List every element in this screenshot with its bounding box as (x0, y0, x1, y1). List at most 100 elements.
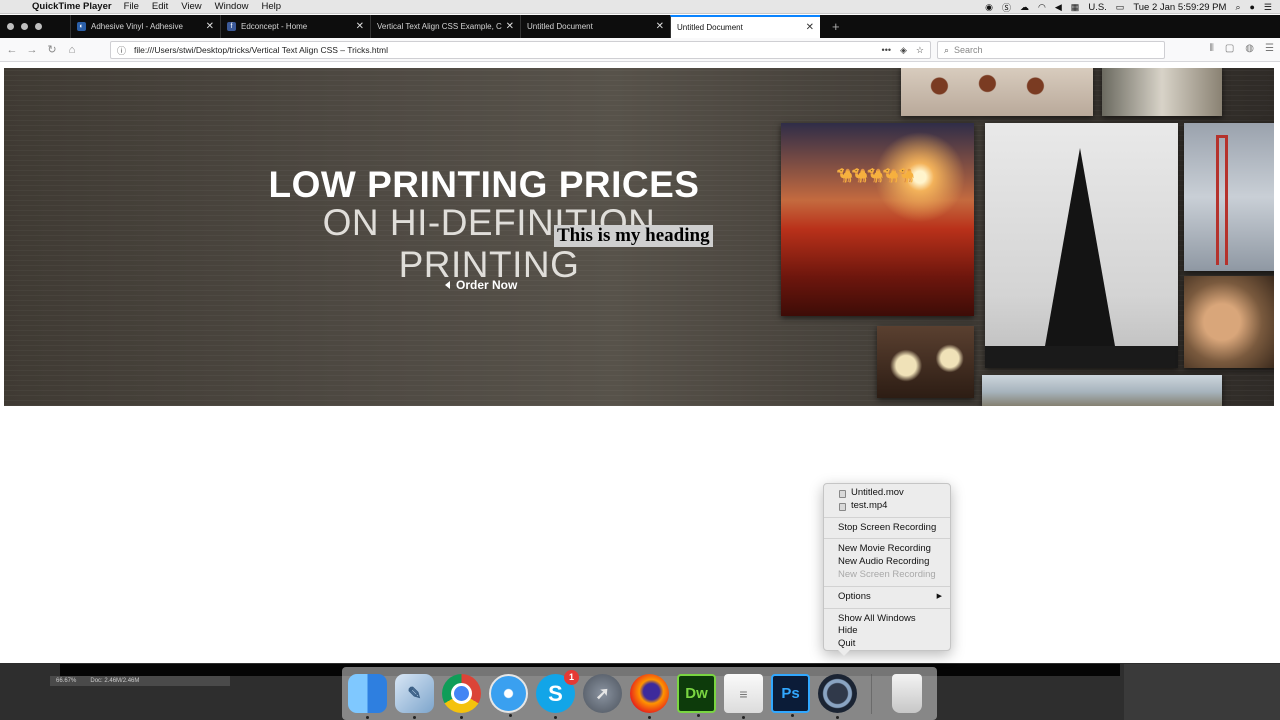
tab-label: Edconcept - Home (241, 22, 308, 31)
reload-icon[interactable]: ↻ (42, 43, 62, 56)
couple-photo (1184, 276, 1274, 368)
dw-label: Dw (685, 685, 708, 702)
close-tab-icon[interactable]: ✕ (206, 21, 214, 32)
launchpad-rocket-icon[interactable]: ➚ (583, 674, 622, 713)
vinyl-favicon-icon: ◐ (77, 22, 86, 31)
forward-arrow-icon[interactable]: → (22, 44, 42, 56)
skype-badge: 1 (564, 670, 579, 685)
pocket-icon[interactable]: ◈ (900, 45, 907, 56)
menu-window[interactable]: Window (215, 1, 249, 12)
spotlight-icon[interactable]: ⌕ (1235, 2, 1240, 13)
menu-separator (824, 516, 950, 518)
eiffel-tower-photo (985, 123, 1178, 368)
order-now-button[interactable]: Order Now (445, 278, 517, 292)
tab-vertical-text-align[interactable]: Vertical Text Align CSS Example, Cr ✕ (370, 15, 520, 38)
quit-item[interactable]: Quit (824, 638, 950, 651)
library-icon[interactable]: ⫴ (1210, 43, 1214, 54)
eiffel-tower-shape (1042, 148, 1118, 363)
textedit-icon[interactable]: ≡ (724, 674, 763, 719)
preview-icon[interactable]: ✎ (395, 674, 434, 719)
macos-menu-bar: QuickTime Player File Edit View Window H… (0, 0, 1280, 14)
record-status-icon[interactable]: ◉ (985, 2, 993, 13)
url-text[interactable]: file:///Users/stwi/Desktop/tricks/Vertic… (134, 45, 388, 55)
new-tab-icon[interactable]: + (820, 15, 840, 38)
order-now-label: Order Now (456, 278, 518, 292)
options-item[interactable]: Options ▶ (824, 591, 950, 604)
hero-title: LOW PRINTING PRICES (268, 164, 700, 205)
safari-icon[interactable] (489, 674, 528, 717)
doc-size: Doc: 2.46M/2.46M (90, 678, 140, 684)
golden-gate-photo (1184, 123, 1274, 271)
running-indicator (648, 716, 651, 719)
menu-help[interactable]: Help (261, 1, 281, 12)
cloud-status-icon[interactable]: ☁ (1020, 2, 1029, 13)
finder-icon[interactable] (348, 674, 387, 719)
page-info-icon[interactable]: ⓘ (117, 44, 126, 57)
volume-icon[interactable]: ◀ (1055, 2, 1062, 13)
photoshop-icon[interactable]: Ps (771, 674, 810, 717)
running-indicator (460, 716, 463, 719)
skype-status-icon[interactable]: Ⓢ (1002, 1, 1011, 14)
account-icon[interactable]: ◍ (1245, 43, 1254, 54)
menu-edit[interactable]: Edit (152, 1, 168, 12)
notification-center-icon[interactable]: ☰ (1264, 2, 1272, 13)
cookies-photo (901, 68, 1093, 116)
show-all-windows-item[interactable]: Show All Windows (824, 613, 950, 626)
close-tab-icon[interactable]: ✕ (506, 21, 514, 32)
tab-edconcept[interactable]: f Edconcept - Home ✕ (220, 15, 370, 38)
search-bar[interactable]: ⌕ Search (937, 41, 1165, 59)
battery-icon[interactable]: ▭ (1116, 2, 1125, 13)
menu-view[interactable]: View (181, 1, 201, 12)
close-tab-icon[interactable]: ✕ (806, 22, 814, 33)
toolbar-right-icons: ⫴ ▢ ◍ ☰ (1210, 43, 1274, 54)
close-tab-icon[interactable]: ✕ (656, 21, 664, 32)
photoshop-status-bar: 66.67% Doc: 2.46M/2.46M (50, 676, 230, 686)
running-indicator (791, 714, 794, 717)
input-source-label[interactable]: U.S. (1088, 2, 1106, 13)
trash-icon[interactable] (892, 674, 922, 713)
zoom-window-button[interactable] (35, 23, 42, 30)
skype-icon[interactable]: S1 (536, 670, 579, 719)
back-arrow-icon[interactable]: ← (2, 44, 22, 56)
tab-label: Untitled Document (527, 22, 593, 31)
minimize-window-button[interactable] (21, 23, 28, 30)
camel-silhouettes: 🐪🐪🐪🐪🐪 (836, 167, 915, 183)
stop-screen-recording-item[interactable]: Stop Screen Recording (824, 522, 950, 535)
running-indicator (413, 716, 416, 719)
firefox-icon[interactable] (630, 674, 669, 719)
hamburger-menu-icon[interactable]: ☰ (1265, 43, 1274, 54)
close-window-button[interactable] (7, 23, 14, 30)
menubar-clock[interactable]: Tue 2 Jan 5:59:29 PM (1133, 2, 1226, 13)
new-movie-recording-item[interactable]: New Movie Recording (824, 543, 950, 556)
url-bar[interactable]: ⓘ file:///Users/stwi/Desktop/tricks/Vert… (110, 41, 931, 59)
close-tab-icon[interactable]: ✕ (356, 21, 364, 32)
bookmark-star-icon[interactable]: ☆ (916, 45, 924, 56)
recent-file-untitled-mov[interactable]: Untitled.mov (824, 487, 950, 500)
page-actions-icon[interactable]: ••• (882, 45, 891, 56)
menu-file[interactable]: File (124, 1, 139, 12)
app-menu[interactable]: QuickTime Player (32, 1, 112, 12)
dreamweaver-icon[interactable]: Dw (677, 674, 716, 717)
movie-file-icon (839, 490, 846, 498)
tab-label: Vertical Text Align CSS Example, Cr (377, 22, 502, 31)
chrome-icon[interactable] (442, 674, 481, 719)
user-avatar-icon[interactable]: ● (1249, 2, 1254, 12)
quicktime-icon[interactable] (818, 674, 857, 719)
tab-untitled-active[interactable]: Untitled Document ✕ (670, 15, 820, 38)
running-indicator (509, 714, 512, 717)
tab-adhesive-vinyl[interactable]: ◐ Adhesive Vinyl - Adhesive ✕ (70, 15, 220, 38)
macos-dock: ✎ S1 ➚ Dw ≡ Ps (342, 667, 937, 720)
running-indicator (742, 716, 745, 719)
ps-label: Ps (781, 685, 800, 702)
recent-file-test-mp4[interactable]: test.mp4 (824, 500, 950, 513)
running-indicator (697, 714, 700, 717)
hide-item[interactable]: Hide (824, 625, 950, 638)
wifi-icon[interactable]: ◠ (1038, 2, 1046, 13)
tab-untitled-1[interactable]: Untitled Document ✕ (520, 15, 670, 38)
city-skyline-photo (982, 375, 1222, 406)
new-screen-recording-item: New Screen Recording (838, 568, 936, 580)
new-audio-recording-item[interactable]: New Audio Recording (824, 556, 950, 569)
sidebar-icon[interactable]: ▢ (1225, 43, 1234, 54)
home-icon[interactable]: ⌂ (62, 44, 82, 56)
flag-icon[interactable]: ▦ (1071, 2, 1080, 13)
